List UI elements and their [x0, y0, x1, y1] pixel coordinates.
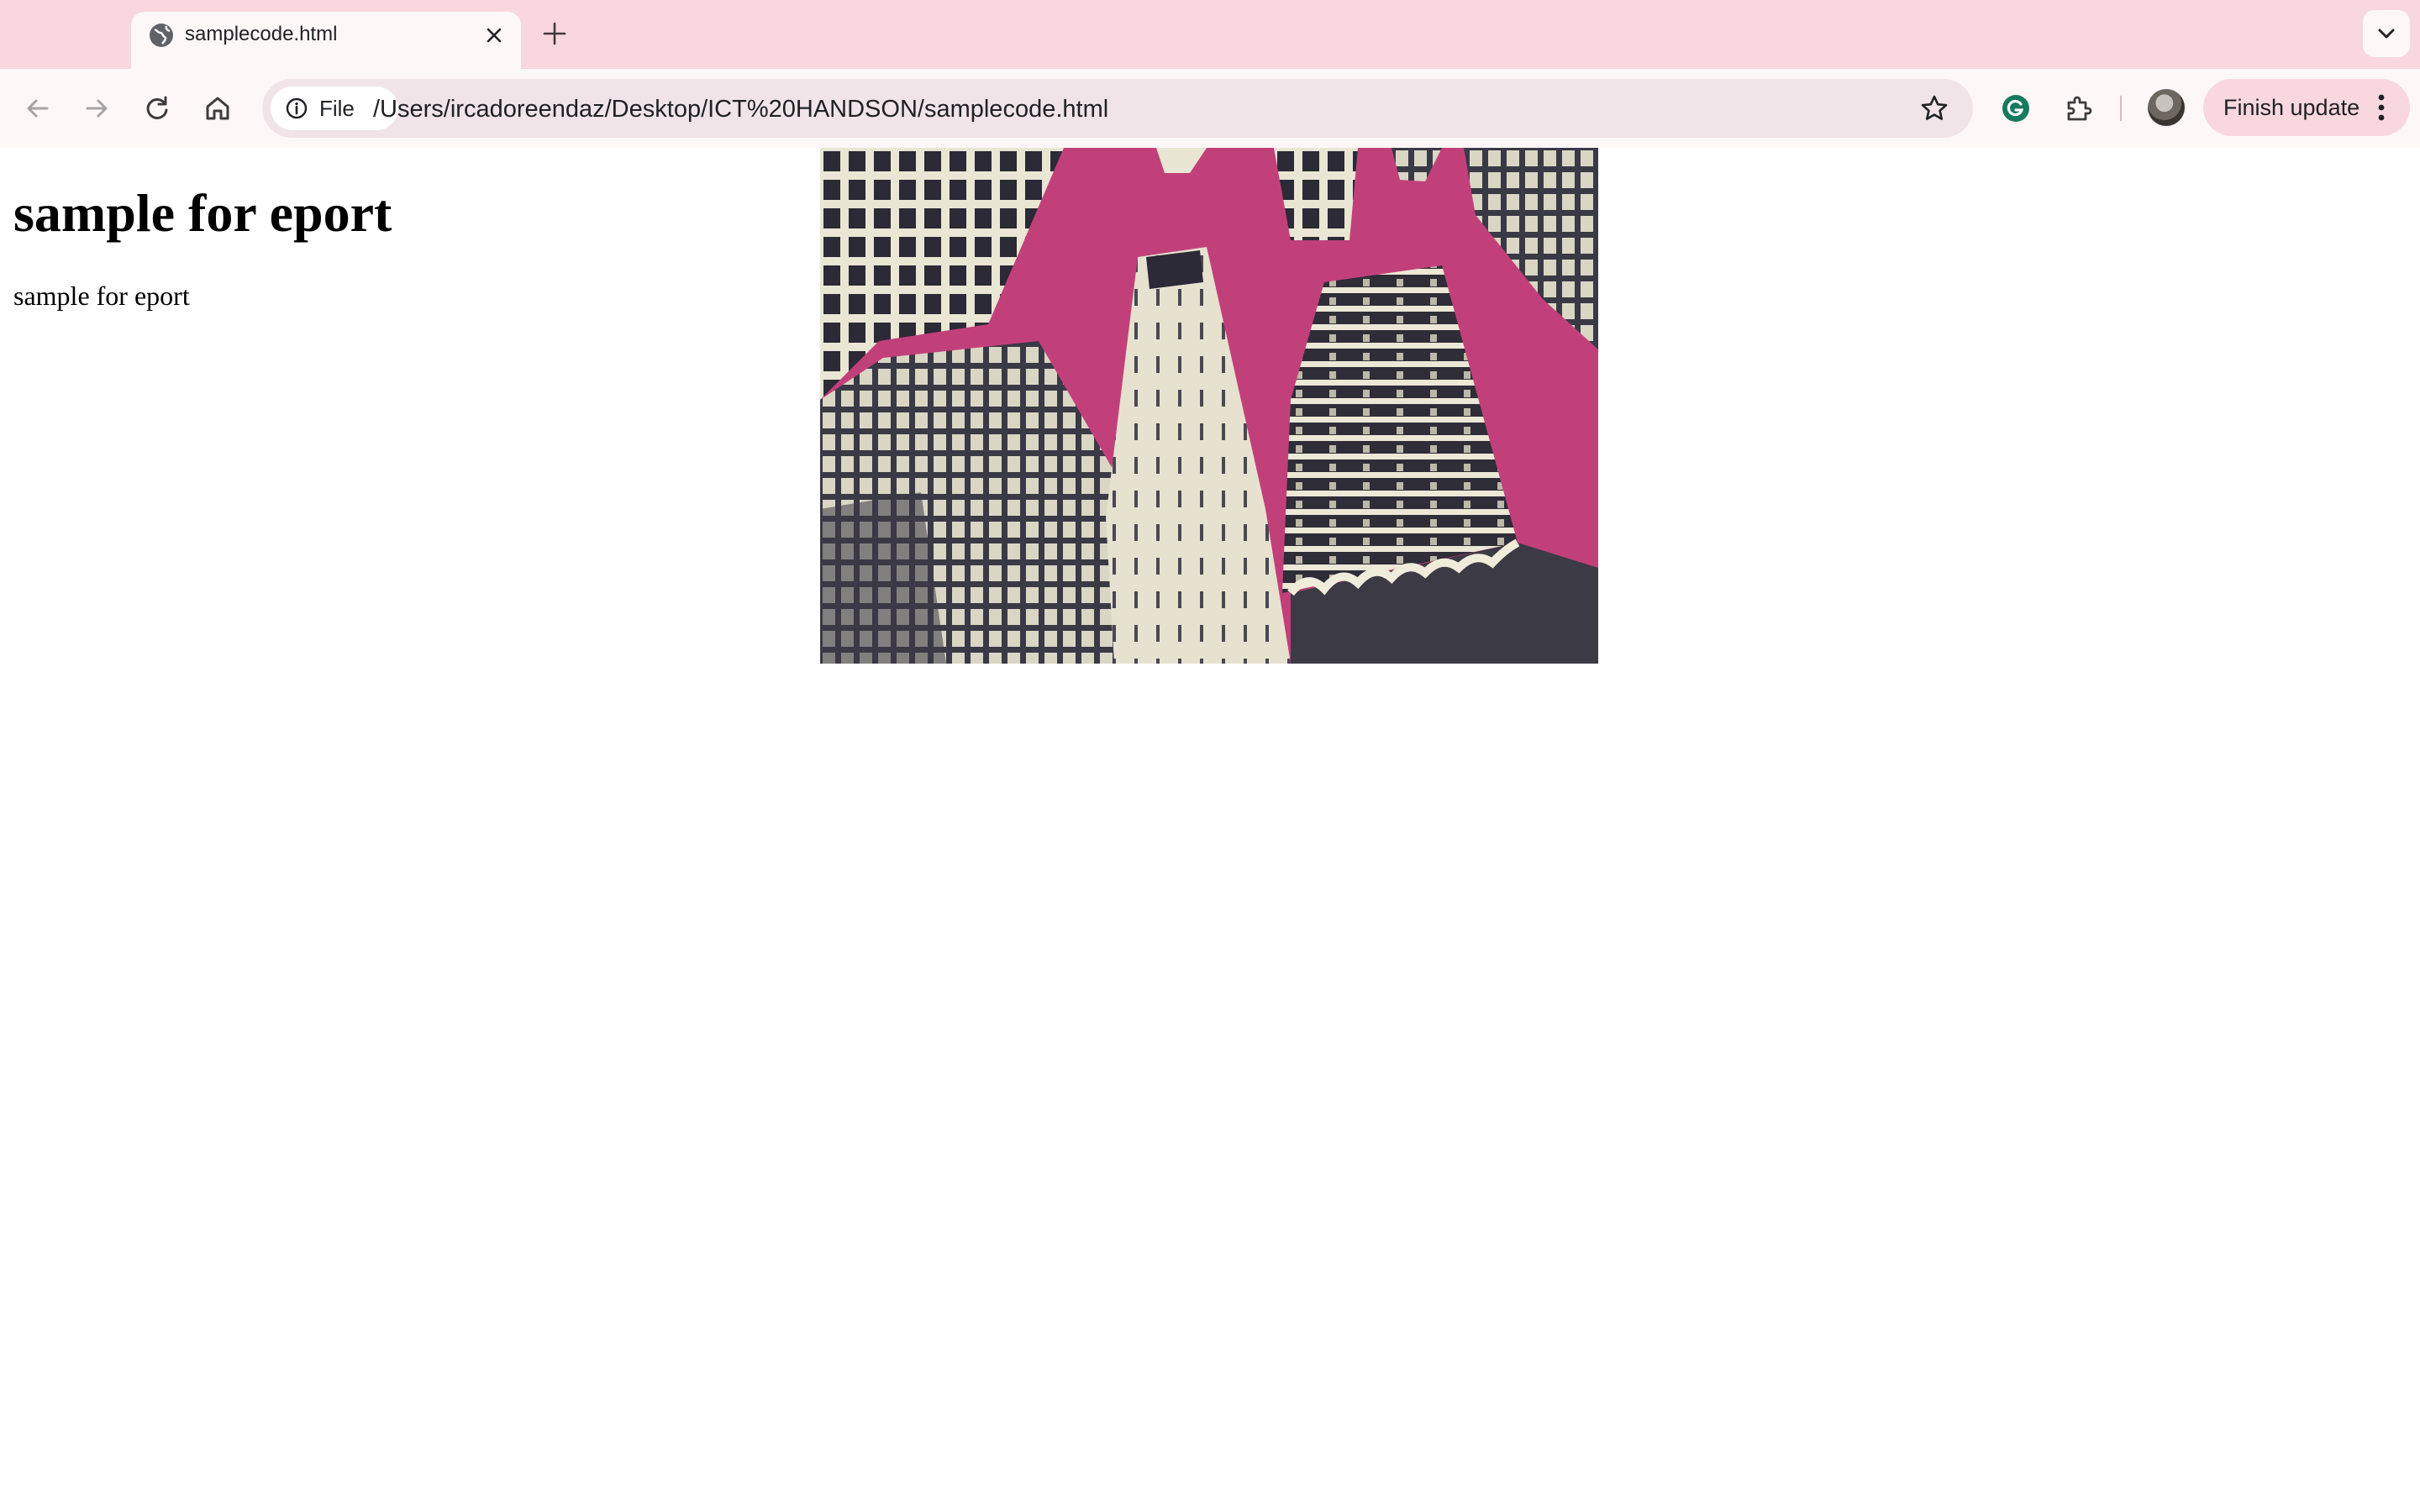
toolbar-separator — [2120, 96, 2122, 121]
address-bar[interactable]: File /Users/ircadoreendaz/Desktop/ICT%20… — [262, 79, 1973, 138]
forward-arrow-icon — [86, 99, 108, 118]
page-paragraph: sample for eport — [13, 281, 190, 311]
home-icon — [206, 97, 229, 120]
extensions-button[interactable] — [2059, 89, 2097, 128]
finish-update-button[interactable]: Finish update — [2203, 79, 2410, 136]
url-text[interactable]: /Users/ircadoreendaz/Desktop/ICT%20HANDS… — [373, 94, 1108, 124]
tab-samplecode[interactable]: samplecode.html — [131, 12, 521, 69]
back-button[interactable] — [18, 89, 57, 128]
reload-icon — [146, 96, 168, 119]
info-icon — [286, 97, 308, 119]
tab-search-button[interactable] — [2363, 10, 2410, 57]
back-arrow-icon — [27, 99, 49, 118]
browser-toolbar: File /Users/ircadoreendaz/Desktop/ICT%20… — [0, 69, 2420, 150]
buildings-illustration — [820, 148, 1598, 664]
chevron-down-icon — [2378, 29, 2395, 39]
reload-button[interactable] — [138, 89, 176, 128]
grammarly-extension-button[interactable] — [1996, 89, 2035, 128]
site-chip-label: File — [319, 96, 355, 121]
home-button[interactable] — [198, 89, 237, 128]
avatar[interactable] — [2148, 89, 2185, 126]
star-icon[interactable] — [1919, 93, 1949, 123]
plus-icon[interactable] — [539, 18, 570, 49]
finish-update-label: Finish update — [2223, 95, 2360, 120]
extensions-icon — [2067, 96, 2092, 121]
forward-button[interactable] — [77, 89, 116, 128]
buildings-image — [820, 148, 1598, 664]
page-viewport: sample for eport sample for eport — [0, 148, 2420, 1512]
tab-title: samplecode.html — [185, 23, 338, 45]
globe-icon — [150, 24, 173, 47]
close-icon[interactable] — [482, 24, 506, 47]
page-heading: sample for eport — [13, 183, 392, 243]
grammarly-icon — [2002, 95, 2029, 122]
browser-chrome: samplecode.html File /Users/ircadoreenda… — [0, 0, 2420, 150]
tab-strip: samplecode.html — [0, 0, 2420, 69]
more-vert-icon[interactable] — [2371, 91, 2391, 124]
